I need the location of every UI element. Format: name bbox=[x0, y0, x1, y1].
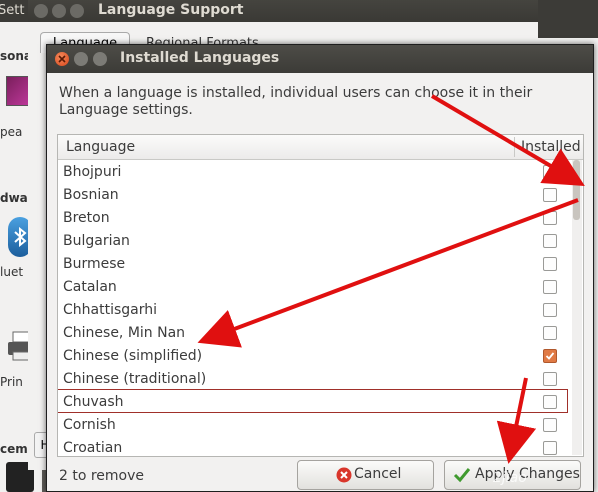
language-name: Breton bbox=[63, 210, 110, 226]
status-text: 2 to remove bbox=[59, 468, 145, 484]
installed-checkbox[interactable] bbox=[543, 418, 557, 432]
language-row[interactable]: Breton bbox=[58, 207, 570, 230]
language-row[interactable]: Bulgarian bbox=[58, 230, 570, 253]
dialog-titlebar: Installed Languages bbox=[47, 45, 593, 73]
dialog-title: Installed Languages bbox=[120, 50, 280, 66]
cancel-button[interactable]: Cancel bbox=[297, 460, 434, 490]
language-support-titlebar: Language Support bbox=[28, 0, 538, 22]
language-list[interactable]: Language Installed Bhojpuri Bosnian Breton… bbox=[57, 134, 584, 457]
language-row[interactable]: Croatian bbox=[58, 437, 570, 456]
language-row[interactable]: Catalan bbox=[58, 276, 570, 299]
installed-checkbox[interactable] bbox=[543, 165, 557, 179]
checkmark-icon bbox=[453, 467, 471, 487]
selected-row-highlight bbox=[58, 389, 568, 413]
section-hardware-label: dwa bbox=[0, 191, 28, 205]
language-row[interactable]: Bhojpuri bbox=[58, 161, 570, 184]
dialog-close-icon[interactable] bbox=[55, 52, 69, 66]
language-row[interactable]: Chhattisgarhi bbox=[58, 299, 570, 322]
language-name: Bhojpuri bbox=[63, 164, 122, 180]
window-close-icon[interactable] bbox=[34, 4, 48, 18]
printers-label[interactable]: Prin bbox=[0, 375, 23, 389]
column-separator bbox=[514, 137, 515, 157]
language-name: Bulgarian bbox=[63, 233, 130, 249]
list-header: Language Installed bbox=[58, 135, 583, 160]
language-row[interactable]: Chinese (simplified) bbox=[58, 345, 570, 368]
installed-checkbox[interactable] bbox=[543, 326, 557, 340]
column-header-installed[interactable]: Installed bbox=[521, 139, 581, 155]
language-name: Croatian bbox=[63, 440, 123, 456]
language-row[interactable]: Bosnian bbox=[58, 184, 570, 207]
list-scrollbar[interactable] bbox=[572, 160, 582, 455]
language-name: Chhattisgarhi bbox=[63, 302, 158, 318]
cancel-button-label: Cancel bbox=[354, 466, 402, 482]
apply-changes-label: Apply Changes bbox=[475, 466, 580, 482]
bluetooth-label[interactable]: luet bbox=[0, 265, 23, 279]
window-minimize-icon[interactable] bbox=[52, 4, 66, 18]
dialog-minimize-icon[interactable] bbox=[74, 52, 88, 66]
language-row[interactable]: Burmese bbox=[58, 253, 570, 276]
window-maximize-icon[interactable] bbox=[70, 4, 84, 18]
installed-checkbox[interactable] bbox=[543, 349, 557, 363]
language-name: Chinese, Min Nan bbox=[63, 325, 186, 341]
section-system-label: cem bbox=[0, 442, 28, 456]
language-name: Burmese bbox=[63, 256, 126, 272]
scrollbar-thumb[interactable] bbox=[573, 160, 580, 220]
installed-languages-dialog: Installed Languages When a language is i… bbox=[46, 44, 594, 492]
installed-checkbox[interactable] bbox=[543, 234, 557, 248]
system-settings-title: Sett bbox=[0, 3, 25, 18]
installed-checkbox[interactable] bbox=[543, 303, 557, 317]
language-name: Catalan bbox=[63, 279, 117, 295]
dialog-maximize-icon[interactable] bbox=[93, 52, 107, 66]
installed-checkbox[interactable] bbox=[543, 372, 557, 386]
watermark: 2jiao bbox=[493, 470, 527, 486]
desktop-edge-bar bbox=[538, 0, 598, 38]
language-name: Chinese (traditional) bbox=[63, 371, 207, 387]
language-row[interactable]: Cornish bbox=[58, 414, 570, 437]
installed-checkbox[interactable] bbox=[543, 188, 557, 202]
language-name: Chinese (simplified) bbox=[63, 348, 203, 364]
dialog-description: When a language is installed, individual… bbox=[59, 85, 533, 118]
appearance-label[interactable]: pea bbox=[0, 125, 22, 139]
installed-checkbox[interactable] bbox=[543, 280, 557, 294]
language-support-title: Language Support bbox=[98, 2, 244, 18]
language-row[interactable]: Chinese, Min Nan bbox=[58, 322, 570, 345]
installed-checkbox[interactable] bbox=[543, 257, 557, 271]
column-header-language[interactable]: Language bbox=[66, 139, 135, 155]
language-row[interactable]: Chinese (traditional) bbox=[58, 368, 570, 391]
installed-checkbox[interactable] bbox=[543, 211, 557, 225]
language-name: Cornish bbox=[63, 417, 116, 433]
cancel-icon bbox=[336, 467, 352, 487]
language-name: Bosnian bbox=[63, 187, 119, 203]
installed-checkbox[interactable] bbox=[543, 441, 557, 455]
